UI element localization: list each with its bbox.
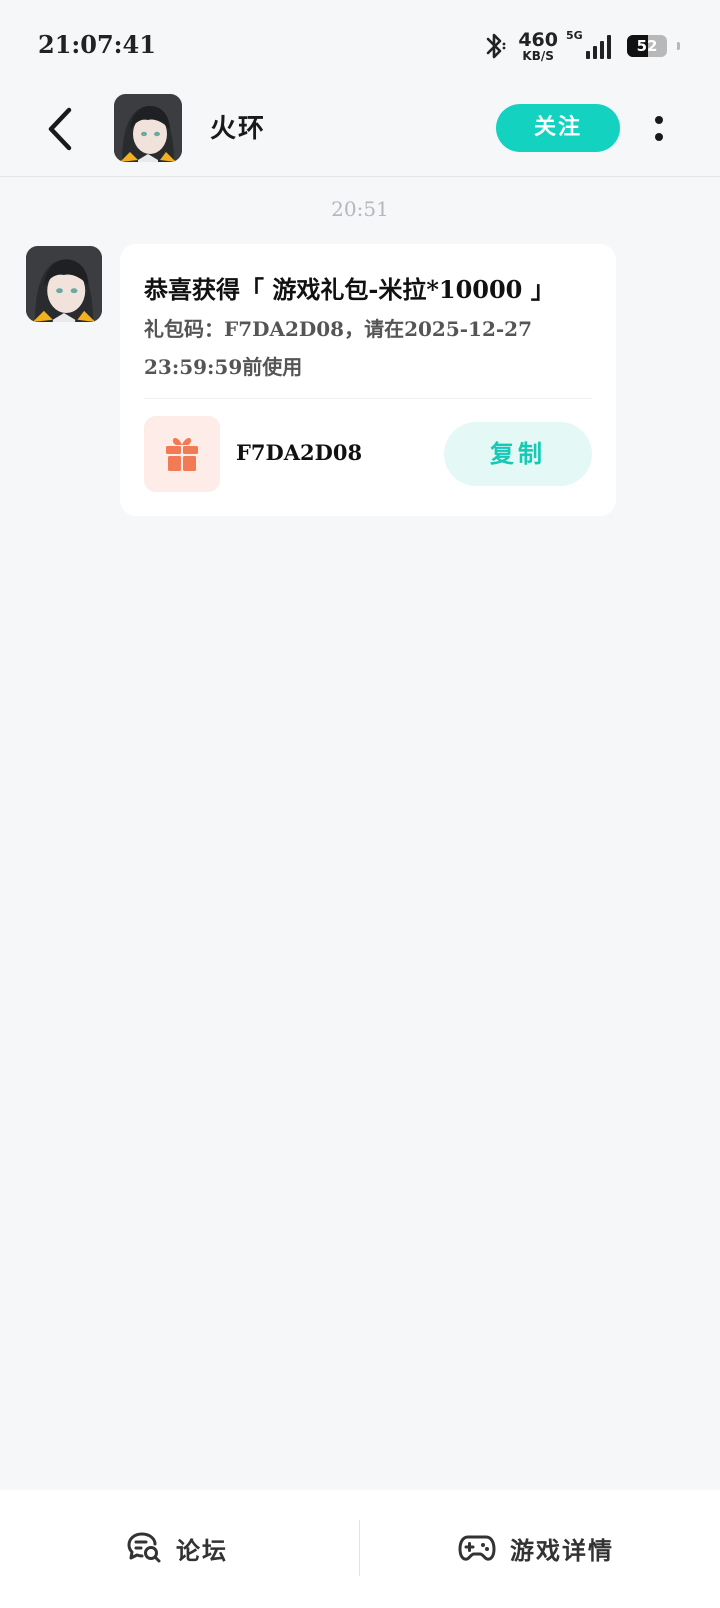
gamepad-icon (458, 1535, 496, 1561)
page-title: 火环 (210, 114, 267, 144)
battery-icon: 52 (627, 35, 667, 57)
chat-header: 火环 关注 (0, 90, 720, 177)
forum-label: 论坛 (176, 1536, 228, 1565)
avatar[interactable] (114, 94, 182, 162)
battery-level: 52 (636, 37, 658, 55)
bottom-bar: 论坛 游戏详情 (0, 1490, 720, 1608)
status-time: 21:07:41 (38, 30, 156, 59)
message-timestamp: 20:51 (331, 197, 389, 221)
avatar-image (114, 94, 182, 162)
signal-icon: 5G (566, 29, 611, 59)
gift-code: F7DA2D08 (236, 440, 363, 465)
bottom-divider (359, 1520, 360, 1576)
network-speed: 460 KB/S (518, 28, 558, 63)
gift-message-description: 礼包码：F7DA2D08，请在2025-12-27 23:59:59前使用 (144, 317, 532, 379)
more-options-button[interactable] (640, 106, 678, 150)
gift-icon-box (144, 416, 220, 492)
status-bar: 21:07:41 460 KB/S 5G 52 (0, 0, 720, 90)
bluetooth-icon (487, 33, 506, 59)
network-speed-value: 460 (518, 28, 558, 51)
status-icons: 460 KB/S 5G 52 (482, 28, 680, 64)
follow-button[interactable]: 关注 (496, 104, 620, 152)
network-type: 5G (566, 29, 583, 42)
divider (144, 398, 592, 399)
sender-avatar[interactable] (26, 246, 102, 322)
forum-button[interactable]: 论坛 (126, 1520, 228, 1576)
back-button[interactable] (38, 104, 82, 154)
app-screen: 21:07:41 460 KB/S 5G 52 火环 关注 20:51 恭喜获得… (0, 0, 720, 1608)
network-speed-unit: KB/S (522, 48, 554, 63)
gift-icon (166, 438, 198, 471)
gift-message-card: 恭喜获得「 游戏礼包-米拉*10000 」 礼包码：F7DA2D08，请在202… (120, 244, 616, 516)
game-details-label: 游戏详情 (510, 1536, 614, 1565)
copy-button[interactable]: 复制 (444, 422, 592, 486)
back-arrow-icon (48, 107, 72, 151)
forum-chat-icon (127, 1532, 161, 1563)
game-details-button[interactable]: 游戏详情 (458, 1520, 614, 1576)
more-vertical-icon (655, 115, 663, 124)
sender-avatar-image (26, 246, 102, 322)
gift-message-title: 恭喜获得「 游戏礼包-米拉*10000 」 (144, 275, 555, 304)
